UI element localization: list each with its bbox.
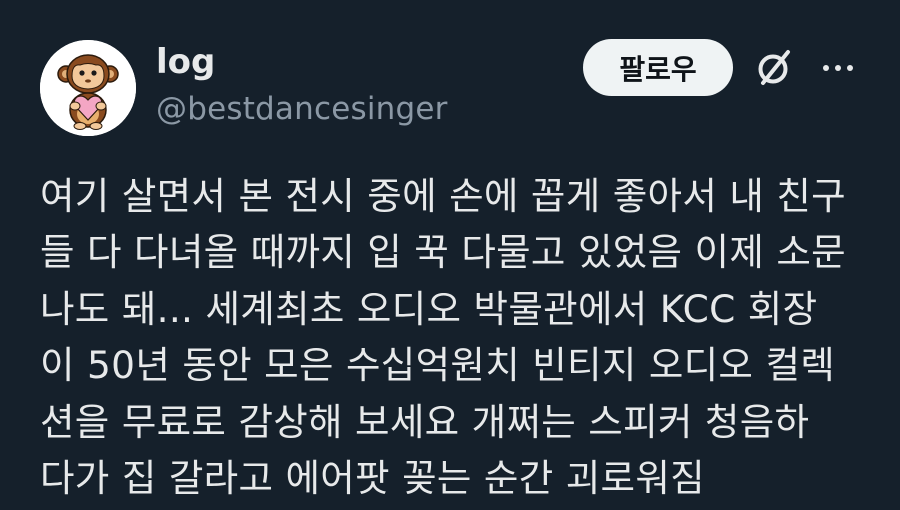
follow-button[interactable]: 팔로우 bbox=[583, 39, 733, 96]
display-name[interactable]: log bbox=[156, 40, 215, 84]
tweet-text-line: 이 50년 동안 모은 수십억원치 빈티지 오디오 컬렉 bbox=[40, 343, 836, 388]
tweet-post: log @bestdancesinger 팔로우 여기 살면서 본 전시 중에 … bbox=[0, 0, 900, 510]
baby-monkey-holding-heart-avatar bbox=[40, 40, 136, 136]
tweet-text-line: 나도 돼... 세계최초 오디오 박물관에서 KCC 회장 bbox=[40, 286, 818, 331]
tweet-text-line: 들 다 다녀올 때까지 입 꾹 다물고 있었음 이제 소문 bbox=[40, 230, 846, 275]
tweet-text: 여기 살면서 본 전시 중에 손에 꼽게 좋아서 내 친구 들 다 다녀올 때까… bbox=[40, 168, 880, 506]
tweet-text-line: 여기 살면서 본 전시 중에 손에 꼽게 좋아서 내 친구 bbox=[40, 174, 846, 218]
avatar[interactable] bbox=[40, 40, 136, 136]
user-handle[interactable]: @bestdancesinger bbox=[156, 88, 448, 130]
tweet-text-line: 다가 집 갈라고 에어팟 꽂는 순간 괴로워짐 bbox=[40, 456, 705, 501]
tweet-text-line: 션을 무료로 감상해 보세요 개쩌는 스피커 청음하 bbox=[40, 399, 810, 444]
more-dots-icon[interactable] bbox=[818, 54, 858, 82]
grok-slash-icon[interactable] bbox=[752, 46, 796, 90]
